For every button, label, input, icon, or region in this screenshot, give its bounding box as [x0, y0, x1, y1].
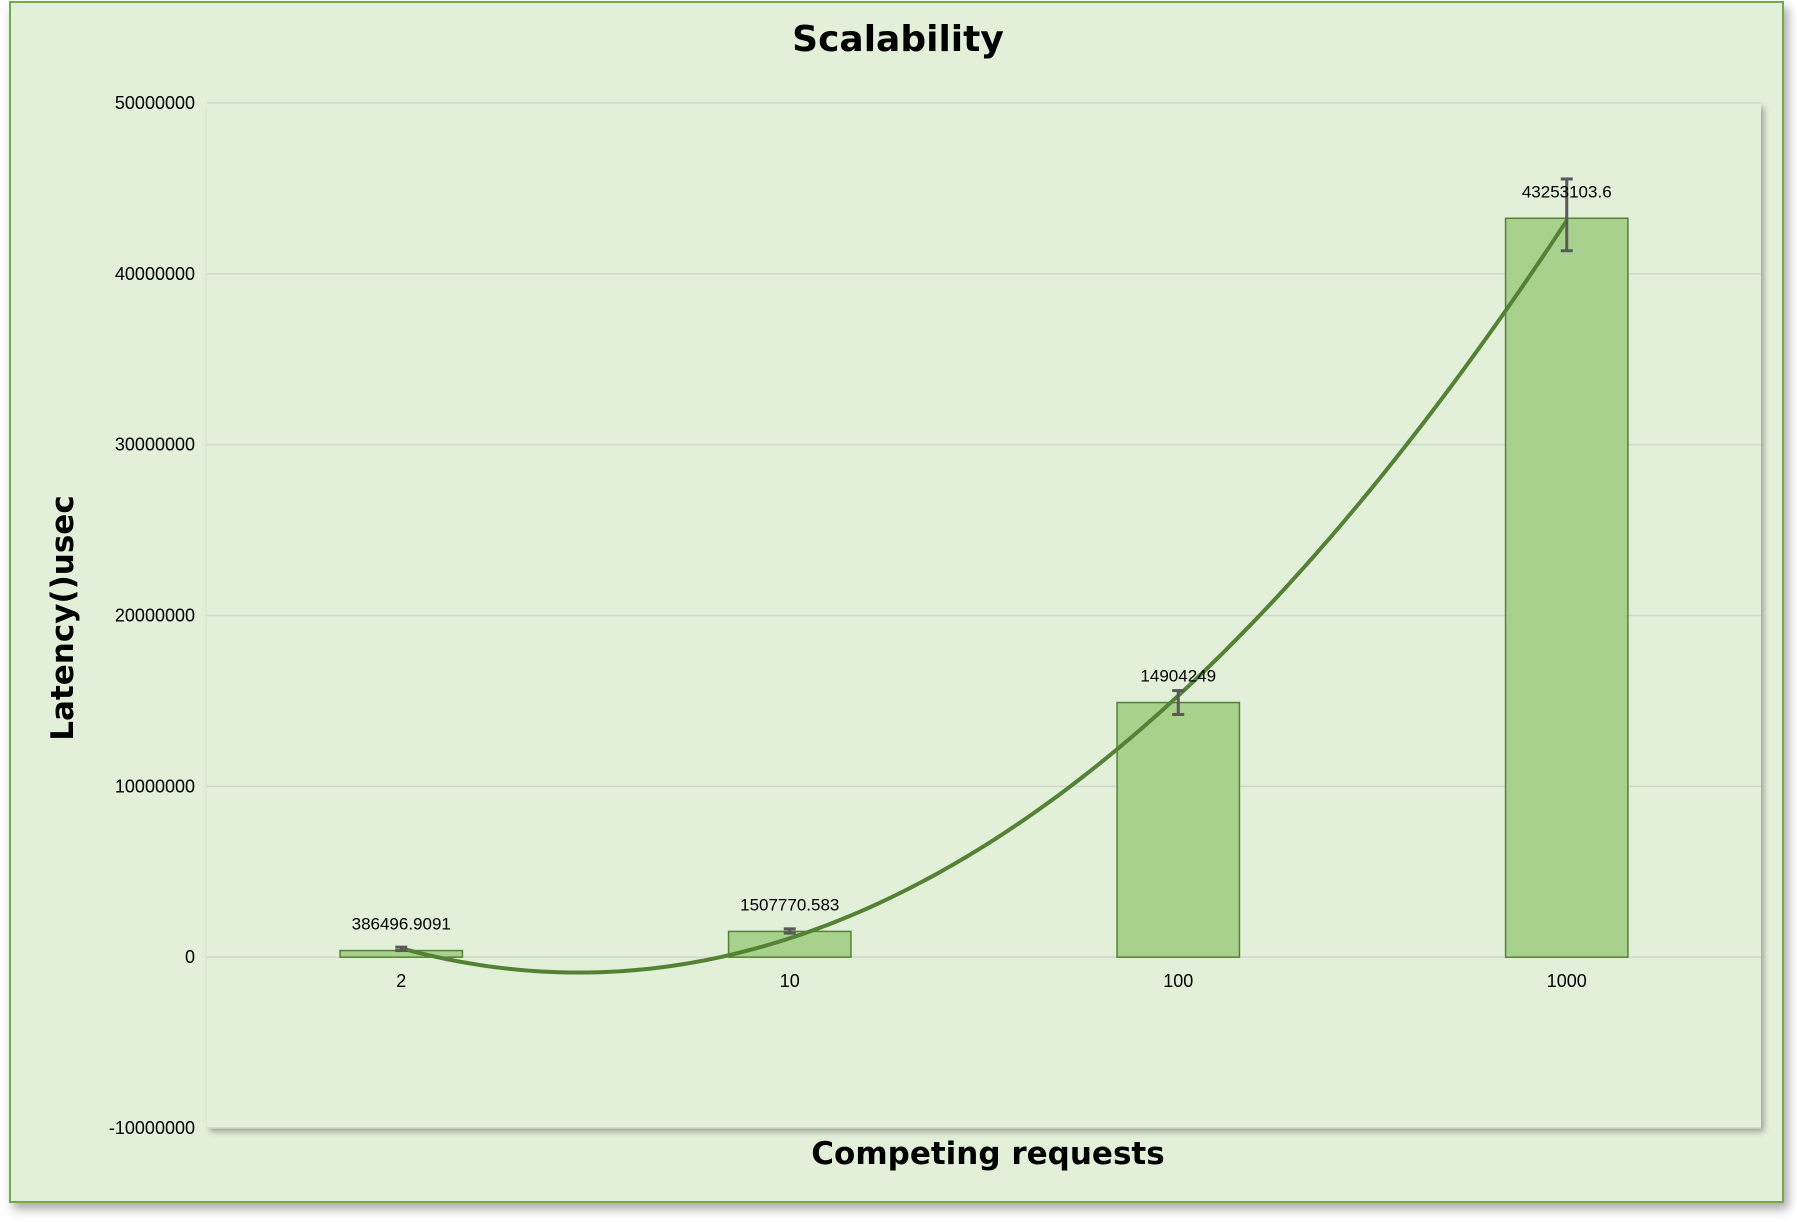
bar	[1504, 217, 1629, 958]
x-tick-label: 100	[1163, 971, 1193, 991]
chart-title: Scalability	[792, 19, 1004, 60]
y-tick-label: 30000000	[115, 435, 195, 455]
y-tick-label: 40000000	[115, 264, 195, 284]
chart-svg: -10000000 0 10000000 20000000 30000000 400000…	[45, 19, 1761, 1172]
data-label: 386496.9091	[352, 915, 451, 934]
y-tick-label: 0	[185, 947, 195, 967]
x-tick-label: 10	[780, 971, 800, 991]
bar	[1116, 701, 1241, 958]
y-tick-label: 10000000	[115, 776, 195, 796]
y-tick-label: 20000000	[115, 606, 195, 626]
y-tick-label: -10000000	[109, 1118, 195, 1138]
y-axis-title: Latency()usec	[45, 495, 81, 740]
y-tick-label: 50000000	[115, 93, 195, 113]
data-label: 1507770.583	[740, 895, 839, 914]
x-axis-title: Competing requests	[811, 1136, 1164, 1172]
chart-frame: -10000000 0 10000000 20000000 30000000 400000…	[9, 1, 1784, 1203]
y-axis-ticks: -10000000 0 10000000 20000000 30000000 400000…	[109, 93, 195, 1138]
x-tick-label: 1000	[1547, 971, 1587, 991]
data-label: 43253103.6	[1522, 182, 1612, 201]
bar	[727, 930, 852, 958]
x-tick-label: 2	[396, 971, 406, 991]
data-label: 14904249	[1140, 667, 1216, 686]
